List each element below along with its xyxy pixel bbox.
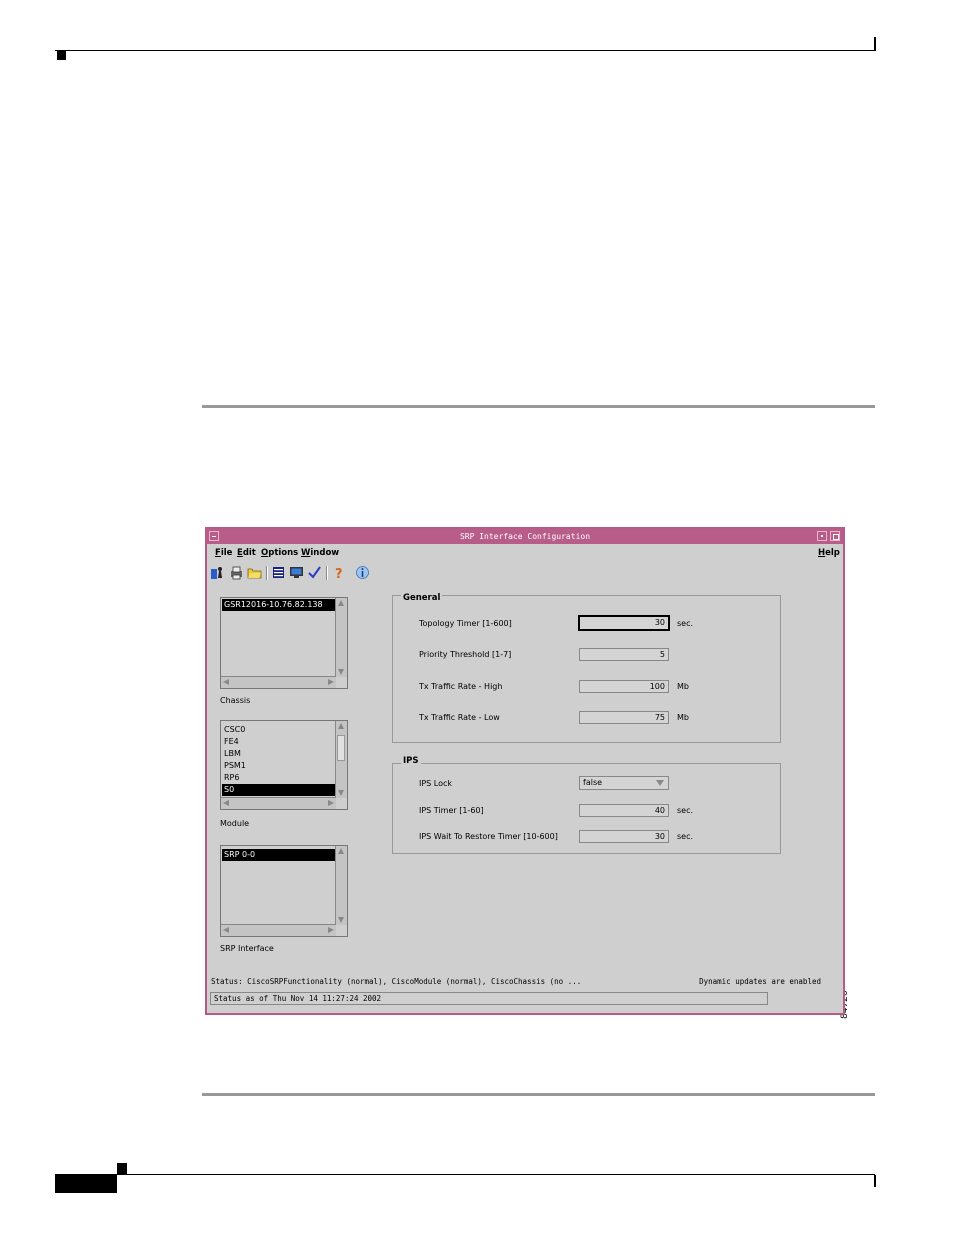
toolbar: ? — [207, 563, 843, 583]
topology-timer-field[interactable]: 30 — [578, 615, 670, 631]
module-item[interactable]: LBM — [222, 748, 336, 760]
topology-timer-label: Topology Timer [1-600] — [419, 619, 512, 628]
module-item[interactable]: PSM1 — [222, 760, 336, 772]
chassis-hscroll[interactable] — [221, 676, 336, 688]
print-icon[interactable] — [229, 565, 244, 580]
priority-threshold-field[interactable]: 5 — [579, 648, 669, 661]
general-group: General Topology Timer [1-600] 30 sec. P… — [392, 593, 781, 743]
toolbar-separator — [326, 566, 328, 580]
footer-marker — [117, 1163, 127, 1174]
menu-bar: File Edit Options Window Help — [207, 545, 843, 561]
open-icon[interactable] — [210, 565, 225, 580]
menu-window[interactable]: Window — [301, 548, 339, 558]
scroll-up-icon[interactable] — [338, 848, 344, 854]
ips-title: IPS — [401, 756, 421, 766]
scroll-right-icon[interactable] — [328, 679, 334, 685]
footer-tick — [874, 1175, 876, 1187]
menu-help[interactable]: Help — [818, 548, 840, 558]
header-tick — [874, 37, 876, 51]
maximize-icon[interactable] — [830, 531, 840, 541]
module-item[interactable]: S0 — [222, 784, 336, 796]
scroll-left-icon[interactable] — [223, 927, 229, 933]
module-item[interactable]: FE4 — [222, 736, 336, 748]
module-item[interactable]: CSC0 — [222, 724, 336, 736]
scroll-down-icon[interactable] — [338, 917, 344, 923]
chassis-item[interactable]: GSR12016-10.76.82.138 — [222, 599, 336, 611]
toolbar-separator — [266, 566, 268, 580]
scroll-right-icon[interactable] — [328, 927, 334, 933]
topology-timer-unit: sec. — [677, 619, 694, 628]
ips-wtr-label: IPS Wait To Restore Timer [10-600] — [419, 832, 558, 841]
header-rule — [55, 50, 875, 51]
scroll-up-icon[interactable] — [338, 600, 344, 606]
section-rule-top — [202, 405, 875, 408]
module-item[interactable]: RP6 — [222, 772, 336, 784]
chassis-list[interactable]: GSR12016-10.76.82.138 — [220, 597, 348, 689]
scroll-left-icon[interactable] — [223, 800, 229, 806]
ips-wtr-field[interactable]: 30 — [579, 830, 669, 843]
module-vscroll[interactable] — [335, 721, 347, 798]
folder-icon[interactable] — [247, 565, 262, 580]
ips-timer-field[interactable]: 40 — [579, 804, 669, 817]
check-icon[interactable] — [307, 565, 322, 580]
ips-timer-unit: sec. — [677, 806, 694, 815]
module-label: Module — [220, 819, 250, 828]
minimize-icon[interactable] — [817, 531, 827, 541]
srp-config-window: SRP Interface Configuration File Edit Op… — [205, 527, 845, 1015]
scroll-down-icon[interactable] — [338, 790, 344, 796]
dynamic-updates-status: Dynamic updates are enabled — [699, 977, 821, 986]
ips-timer-label: IPS Timer [1-60] — [419, 806, 484, 815]
scroll-left-icon[interactable] — [223, 679, 229, 685]
tx-high-field[interactable]: 100 — [579, 680, 669, 693]
tx-low-label: Tx Traffic Rate - Low — [419, 713, 500, 722]
ips-lock-label: IPS Lock — [419, 779, 453, 788]
priority-threshold-label: Priority Threshold [1-7] — [419, 650, 512, 659]
monitor-icon[interactable] — [289, 565, 304, 580]
srp-interface-item[interactable]: SRP 0-0 — [222, 849, 336, 861]
ips-group: IPS IPS Lock false IPS Timer [1-60] 40 s… — [392, 756, 781, 854]
title-bar[interactable]: SRP Interface Configuration — [207, 529, 843, 544]
footer-block — [55, 1175, 117, 1193]
status-timestamp: Status as of Thu Nov 14 11:27:24 2002 — [210, 992, 768, 1005]
tx-high-label: Tx Traffic Rate - High — [419, 682, 503, 691]
scroll-thumb[interactable] — [337, 735, 345, 761]
chassis-label: Chassis — [220, 696, 251, 705]
tx-low-field[interactable]: 75 — [579, 711, 669, 724]
srp-interface-list[interactable]: SRP 0-0 — [220, 845, 348, 937]
ips-lock-value: false — [583, 778, 603, 787]
svg-text:?: ? — [335, 567, 343, 580]
menu-file[interactable]: File — [215, 548, 232, 558]
section-rule-bottom — [202, 1093, 875, 1096]
module-list[interactable]: CSC0 FE4 LBM PSM1 RP6 S0 — [220, 720, 348, 810]
list-icon[interactable] — [271, 565, 286, 580]
scroll-down-icon[interactable] — [338, 669, 344, 675]
general-title: General — [401, 593, 443, 603]
window-menu-icon[interactable] — [209, 531, 219, 541]
srp-interface-vscroll[interactable] — [335, 846, 347, 925]
srp-interface-hscroll[interactable] — [221, 924, 336, 936]
footer-rule — [55, 1174, 875, 1175]
ips-lock-select[interactable]: false — [579, 776, 669, 790]
menu-edit[interactable]: Edit — [237, 548, 256, 558]
help-icon[interactable]: ? — [331, 565, 346, 580]
menu-options[interactable]: Options — [261, 548, 298, 558]
chassis-vscroll[interactable] — [335, 598, 347, 677]
scroll-up-icon[interactable] — [338, 723, 344, 729]
header-marker — [57, 51, 66, 60]
chevron-down-icon — [656, 780, 664, 786]
module-hscroll[interactable] — [221, 797, 336, 809]
scroll-right-icon[interactable] — [328, 800, 334, 806]
tx-high-unit: Mb — [677, 682, 689, 691]
info-icon[interactable] — [355, 565, 370, 580]
srp-interface-label: SRP Interface — [220, 944, 274, 953]
ips-wtr-unit: sec. — [677, 832, 694, 841]
tx-low-unit: Mb — [677, 713, 689, 722]
window-title: SRP Interface Configuration — [459, 532, 591, 541]
